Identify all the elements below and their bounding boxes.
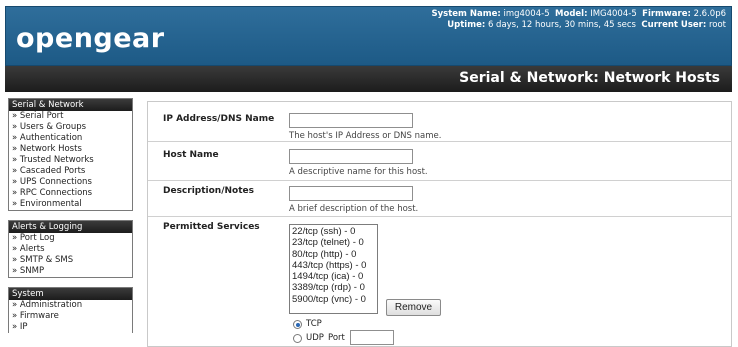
title-bar: Serial & Network: Network Hosts bbox=[5, 66, 732, 92]
sidebar-item-smtp-sms[interactable]: » SMTP & SMS bbox=[9, 255, 132, 266]
service-option[interactable]: 23/tcp (telnet) - 0 bbox=[292, 237, 375, 248]
description-label: Description/Notes bbox=[163, 186, 254, 196]
sidebar-item-alerts[interactable]: » Alerts bbox=[9, 244, 132, 255]
description-help-text: A brief description of the host. bbox=[289, 204, 419, 214]
sidebar-item-ip[interactable]: » IP bbox=[9, 322, 132, 333]
page-title: Serial & Network: Network Hosts bbox=[459, 70, 720, 86]
sidebar-item-trusted-networks[interactable]: » Trusted Networks bbox=[9, 155, 132, 166]
menu-alerts-logging: Alerts & Logging » Port Log » Alerts » S… bbox=[8, 220, 133, 278]
firmware-label: Firmware: bbox=[642, 9, 691, 19]
sidebar-item-authentication[interactable]: » Authentication bbox=[9, 133, 132, 144]
udp-label: UDP bbox=[306, 333, 324, 343]
ip-address-input[interactable] bbox=[289, 113, 413, 128]
tcp-label: TCP bbox=[306, 319, 322, 329]
ip-help-text: The host's IP Address or DNS name. bbox=[289, 131, 442, 141]
port-input[interactable] bbox=[350, 330, 394, 345]
sidebar-item-port-log[interactable]: » Port Log bbox=[9, 233, 132, 244]
sidebar-item-administration[interactable]: » Administration bbox=[9, 300, 132, 311]
model-value: IMG4004-5 bbox=[590, 9, 637, 19]
system-name-value: img4004-5 bbox=[503, 9, 550, 19]
menu-section-title[interactable]: System bbox=[9, 288, 132, 300]
form-row-hostname: Host Name A descriptive name for this ho… bbox=[148, 142, 731, 181]
sidebar-item-cascaded-ports[interactable]: » Cascaded Ports bbox=[9, 166, 132, 177]
port-label: Port bbox=[328, 333, 345, 343]
menu-section-title[interactable]: Alerts & Logging bbox=[9, 221, 132, 233]
remove-button[interactable]: Remove bbox=[386, 299, 441, 316]
sidebar-item-serial-port[interactable]: » Serial Port bbox=[9, 111, 132, 122]
tcp-radio[interactable] bbox=[293, 320, 302, 329]
form-row-ip: IP Address/DNS Name The host's IP Addres… bbox=[148, 102, 731, 142]
network-host-form: IP Address/DNS Name The host's IP Addres… bbox=[147, 101, 732, 347]
service-option[interactable]: 3389/tcp (rdp) - 0 bbox=[292, 282, 375, 293]
model-label: Model: bbox=[555, 9, 588, 19]
sidebar-item-users-groups[interactable]: » Users & Groups bbox=[9, 122, 132, 133]
udp-radio[interactable] bbox=[293, 334, 302, 343]
sidebar-item-snmp[interactable]: » SNMP bbox=[9, 266, 132, 277]
service-option[interactable]: 5900/tcp (vnc) - 0 bbox=[292, 294, 375, 305]
service-option[interactable]: 1494/tcp (ica) - 0 bbox=[292, 271, 375, 282]
sidebar-item-environmental[interactable]: » Environmental bbox=[9, 199, 132, 210]
permitted-services-label: Permitted Services bbox=[163, 222, 260, 232]
hostname-input[interactable] bbox=[289, 149, 413, 164]
description-input[interactable] bbox=[289, 186, 413, 201]
permitted-services-list[interactable]: 22/tcp (ssh) - 0 23/tcp (telnet) - 0 80/… bbox=[289, 224, 378, 314]
sidebar-item-firmware[interactable]: » Firmware bbox=[9, 311, 132, 322]
menu-section-title[interactable]: Serial & Network bbox=[9, 99, 132, 111]
uptime-label: Uptime: bbox=[447, 20, 486, 30]
sidebar-item-rpc-connections[interactable]: » RPC Connections bbox=[9, 188, 132, 199]
uptime-value: 6 days, 12 hours, 30 mins, 45 secs bbox=[487, 20, 636, 30]
hostname-label: Host Name bbox=[163, 150, 219, 160]
firmware-value: 2.6.0p6 bbox=[693, 9, 726, 19]
sidebar: Serial & Network » Serial Port » Users &… bbox=[8, 98, 133, 342]
sidebar-item-ups-connections[interactable]: » UPS Connections bbox=[9, 177, 132, 188]
system-info: System Name: img4004-5 Model: IMG4004-5 … bbox=[432, 9, 727, 31]
sidebar-item-network-hosts[interactable]: » Network Hosts bbox=[9, 144, 132, 155]
current-user-value: root bbox=[708, 20, 726, 30]
system-name-label: System Name: bbox=[431, 9, 501, 19]
menu-system: System » Administration » Firmware » IP bbox=[8, 287, 133, 333]
header-banner: opengear System Name: img4004-5 Model: I… bbox=[5, 6, 732, 66]
opengear-logo: opengear bbox=[16, 23, 165, 54]
service-option[interactable]: 80/tcp (http) - 0 bbox=[292, 249, 375, 260]
service-option[interactable]: 22/tcp (ssh) - 0 bbox=[292, 226, 375, 237]
hostname-help-text: A descriptive name for this host. bbox=[289, 167, 428, 177]
ip-label: IP Address/DNS Name bbox=[163, 114, 275, 124]
menu-serial-network: Serial & Network » Serial Port » Users &… bbox=[8, 98, 133, 211]
form-row-description: Description/Notes A brief description of… bbox=[148, 181, 731, 217]
service-option[interactable]: 443/tcp (https) - 0 bbox=[292, 260, 375, 271]
current-user-label: Current User: bbox=[641, 20, 707, 30]
